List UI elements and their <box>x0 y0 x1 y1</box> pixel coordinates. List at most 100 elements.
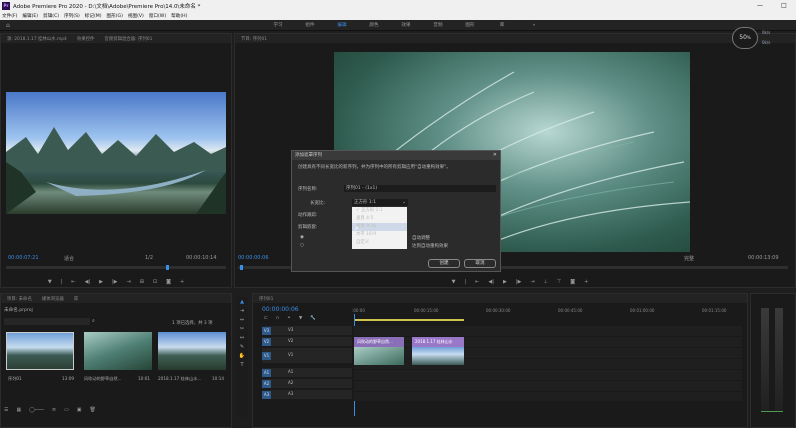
program-timecode[interactable]: 00:00:00:06 <box>238 255 269 261</box>
tab-audio-mixer[interactable]: 音频剪辑混合器: 序列01 <box>104 36 152 42</box>
close-icon[interactable]: ✕ <box>493 151 497 160</box>
source-scrubber[interactable] <box>6 265 226 270</box>
overwrite-icon[interactable]: ⊡ <box>153 279 157 285</box>
track-label-a2[interactable]: A2 <box>262 380 271 388</box>
menu-help[interactable]: 帮助(H) <box>171 13 187 19</box>
program-add-icon[interactable]: + <box>584 279 588 285</box>
icon-view-icon[interactable]: ▦ <box>16 407 21 415</box>
camera-icon[interactable]: ◙ <box>166 279 171 285</box>
project-thumb-guilin[interactable] <box>158 332 226 370</box>
workspace-tab-effects[interactable]: 效果 <box>390 20 422 31</box>
tab-sequence[interactable]: 序列01 <box>259 296 273 302</box>
program-playhead[interactable] <box>240 265 243 270</box>
minimize-button[interactable]: — <box>748 0 772 11</box>
track-select-icon[interactable]: ⇥ <box>240 308 244 314</box>
timeline-timecode[interactable]: 00:00:00:06 <box>262 306 299 313</box>
razor-tool-icon[interactable]: ✂ <box>240 326 244 332</box>
program-scale-select[interactable]: 完整 <box>684 255 694 262</box>
program-go-in-icon[interactable]: ⇤ <box>475 279 479 285</box>
go-to-in-icon[interactable]: ⇤ <box>71 279 75 285</box>
menu-window[interactable]: 窗口(W) <box>149 13 166 19</box>
workspace-tab-assembly[interactable]: 组件 <box>294 20 326 31</box>
workspace-tab-audio[interactable]: 音频 <box>422 20 454 31</box>
create-button[interactable]: 创建 <box>428 259 460 268</box>
menu-file[interactable]: 文件(F) <box>2 13 17 19</box>
hand-tool-icon[interactable]: ✋ <box>239 353 245 359</box>
option-radio-2[interactable]: ○ <box>300 243 304 248</box>
delete-icon[interactable]: 🗑 <box>90 407 96 415</box>
track-label-v1[interactable]: V1 <box>262 352 271 360</box>
tab-project[interactable]: 项目: 未命名 <box>7 296 32 302</box>
aspect-option-4x5[interactable]: 垂直 4:5 <box>352 215 407 223</box>
nest-icon[interactable]: ⊏ <box>264 316 268 321</box>
linked-icon[interactable]: ⚭ <box>287 316 291 321</box>
step-forward-icon[interactable]: |▶ <box>112 279 118 285</box>
maximize-button[interactable]: □ <box>772 0 796 11</box>
home-icon[interactable]: ⌂ <box>6 22 10 29</box>
go-to-out-icon[interactable]: ⇥ <box>127 279 131 285</box>
ripple-edit-icon[interactable]: ⇔ <box>240 317 244 323</box>
workspace-tab-libraries[interactable]: 库 <box>486 20 518 31</box>
timeline-clip-grass[interactable]: 风吹动的野草自然... <box>354 337 404 347</box>
aspect-option-square[interactable]: ✓ 正方形 1:1 <box>352 207 407 215</box>
add-button-icon[interactable]: + <box>180 279 184 285</box>
workspace-more-icon[interactable]: » <box>518 20 550 31</box>
tab-source[interactable]: 源: 2018.1.17 桂林山水.mp4 <box>7 36 67 42</box>
menu-view[interactable]: 视图(V) <box>128 13 144 19</box>
new-item-icon[interactable]: ▣ <box>77 407 82 415</box>
option-radio-1[interactable]: ◉ <box>300 235 304 240</box>
slip-tool-icon[interactable]: ↔ <box>240 335 244 341</box>
menu-graphics[interactable]: 图形(G) <box>107 13 123 19</box>
work-area-bar[interactable] <box>354 319 464 321</box>
mark-out-icon[interactable]: | <box>61 279 63 285</box>
menu-markers[interactable]: 标记(M) <box>85 13 102 19</box>
source-fit-select[interactable]: 适合 <box>64 255 74 262</box>
step-back-icon[interactable]: ◀| <box>85 279 91 285</box>
tab-effect-controls[interactable]: 效果控件 <box>77 36 95 42</box>
program-step-back-icon[interactable]: ◀| <box>488 279 494 285</box>
project-thumb-grass[interactable] <box>84 332 152 370</box>
menu-edit[interactable]: 编辑(E) <box>22 13 38 19</box>
program-mark-in-icon[interactable]: ▼ <box>452 279 456 285</box>
zoom-slider[interactable]: ◯─── <box>29 407 44 415</box>
cancel-button[interactable]: 取消 <box>464 259 496 268</box>
project-thumb-sequence[interactable] <box>6 332 74 370</box>
tab-media-browser[interactable]: 媒体浏览器 <box>42 296 64 302</box>
insert-icon[interactable]: ⊞ <box>140 279 144 285</box>
aspect-ratio-select[interactable]: 正方形 1:1 ⌄ <box>352 199 408 206</box>
track-label-a1[interactable]: A1 <box>262 369 271 377</box>
lift-icon[interactable]: ⊥ <box>544 279 548 285</box>
workspace-tab-learn[interactable]: 学习 <box>262 20 294 31</box>
timeline-clip-guilin[interactable]: 2018.1.17 桂林山水 <box>412 337 464 347</box>
selection-tool-icon[interactable]: ▲ <box>240 299 244 305</box>
workspace-tab-graphics[interactable]: 图形 <box>454 20 486 31</box>
program-step-forward-icon[interactable]: |▶ <box>516 279 522 285</box>
tab-libraries[interactable]: 库 <box>74 296 78 302</box>
timeline-ruler[interactable]: :00:00 00:00:15:00 00:00:30:00 00:00:45:… <box>352 308 742 316</box>
sort-icon[interactable]: ≡ <box>52 407 56 415</box>
mark-in-icon[interactable]: ▼ <box>48 279 52 285</box>
play-icon[interactable]: ▶ <box>99 279 103 285</box>
pen-tool-icon[interactable]: ✎ <box>240 344 244 350</box>
extract-icon[interactable]: ⊤ <box>557 279 561 285</box>
aspect-option-custom[interactable]: 自定义 <box>352 239 407 247</box>
track-label-v2[interactable]: V2 <box>262 338 271 346</box>
wrench-icon[interactable]: 🔧 <box>310 316 316 321</box>
snap-icon[interactable]: ∩ <box>276 316 279 321</box>
aspect-option-16x9[interactable]: 水平 16:9 <box>352 231 407 239</box>
list-view-icon[interactable]: ☰ <box>4 407 8 415</box>
program-mark-out-icon[interactable]: | <box>465 279 467 285</box>
project-search-input[interactable]: ⌕ <box>4 318 95 325</box>
type-tool-icon[interactable]: T <box>240 362 243 368</box>
marker-icon[interactable]: ▼ <box>299 316 302 321</box>
workspace-tab-color[interactable]: 颜色 <box>358 20 390 31</box>
program-camera-icon[interactable]: ◙ <box>570 279 575 285</box>
menu-sequence[interactable]: 序列(S) <box>64 13 80 19</box>
tab-program[interactable]: 节目: 序列01 <box>241 36 267 42</box>
new-bin-icon[interactable]: ▭ <box>64 407 69 415</box>
track-label-a3[interactable]: A3 <box>262 391 271 399</box>
source-playhead[interactable] <box>166 265 169 270</box>
aspect-option-9x16[interactable]: 垂直 9:16 <box>352 223 407 231</box>
sequence-name-input[interactable]: 序列01 - (1x1) <box>344 185 496 192</box>
source-scale-select[interactable]: 1/2 <box>145 255 153 261</box>
